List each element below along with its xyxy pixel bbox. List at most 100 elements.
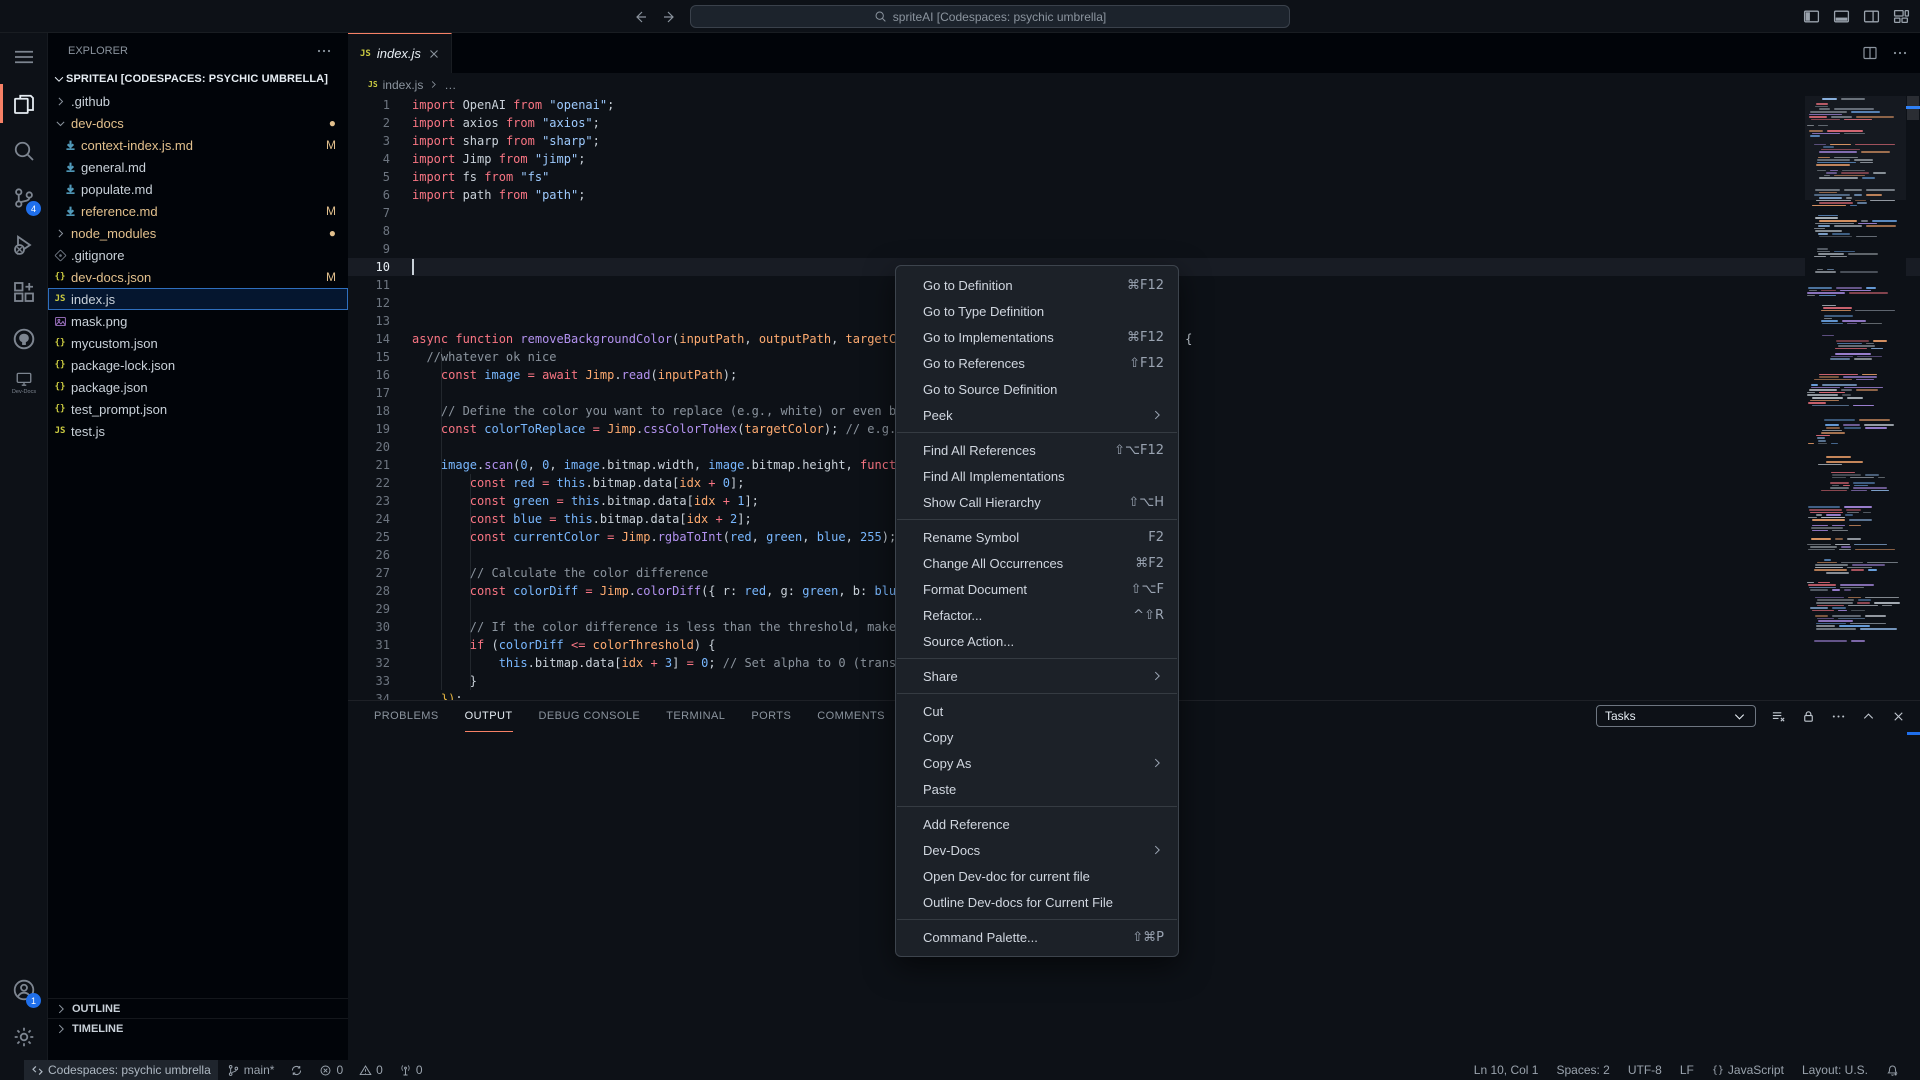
tree-item-mycustom.json[interactable]: {} mycustom.json (48, 332, 348, 354)
tree-item-dev-docs[interactable]: dev-docs ● (48, 112, 348, 134)
activitybar-item-settings[interactable] (0, 1013, 48, 1060)
activitybar-item-extensions[interactable] (0, 268, 48, 315)
code-line-8[interactable]: 8 (348, 222, 1920, 240)
menu-item-go-to-references[interactable]: Go to References ⇧F12 (896, 350, 1178, 376)
tree-item-general.md[interactable]: general.md (48, 156, 348, 178)
code-line-4[interactable]: 4 import Jimp from "jimp"; (348, 150, 1920, 168)
sidebar-section-timeline[interactable]: TIMELINE (48, 1018, 348, 1038)
output-channel-select[interactable]: Tasks (1596, 705, 1756, 727)
menu-item-add-reference[interactable]: Add Reference (896, 811, 1178, 837)
arrow-right-icon[interactable] (662, 9, 678, 25)
minimap[interactable] (1805, 96, 1906, 700)
panel-tab-debug-console[interactable]: DEBUG CONSOLE (539, 701, 641, 732)
activitybar-item-search[interactable] (0, 127, 48, 174)
sidebar-section-outline[interactable]: OUTLINE (48, 998, 348, 1018)
menu-item-go-to-definition[interactable]: Go to Definition ⌘F12 (896, 272, 1178, 298)
panel-bottom-icon[interactable] (1833, 8, 1850, 25)
status-encoding[interactable]: UTF-8 (1621, 1060, 1669, 1080)
status-keyboard-layout[interactable]: Layout: U.S. (1795, 1060, 1875, 1080)
code-line-7[interactable]: 7 (348, 204, 1920, 222)
panel-left-icon[interactable] (1803, 8, 1820, 25)
tree-item-.github[interactable]: .github (48, 90, 348, 112)
close-tab-icon[interactable] (427, 47, 441, 61)
menu-item-go-to-implementations[interactable]: Go to Implementations ⌘F12 (896, 324, 1178, 350)
status-warnings[interactable]: 0 (352, 1060, 390, 1080)
split-editor-icon[interactable] (1862, 45, 1878, 61)
command-center-search[interactable]: spriteAI [Codespaces: psychic umbrella] (690, 5, 1290, 28)
status-errors[interactable]: 0 (312, 1060, 350, 1080)
menu-item-share[interactable]: Share (896, 663, 1178, 689)
tree-item-.gitignore[interactable]: .gitignore (48, 244, 348, 266)
menu-item-find-all-references[interactable]: Find All References ⇧⌥F12 (896, 437, 1178, 463)
tree-item-context-index.js.md[interactable]: context-index.js.md M (48, 134, 348, 156)
close-panel-icon[interactable] (1891, 709, 1906, 724)
menu-item-find-all-implementations[interactable]: Find All Implementations (896, 463, 1178, 489)
breadcrumb-more[interactable]: … (444, 78, 456, 92)
activitybar-item-source-control[interactable]: 4 (0, 174, 48, 221)
workspace-section-header[interactable]: SPRITEAI [CODESPACES: PSYCHIC UMBRELLA] (48, 68, 348, 90)
tree-item-package.json[interactable]: {} package.json (48, 376, 348, 398)
menu-item-format-document[interactable]: Format Document ⇧⌥F (896, 576, 1178, 602)
menu-item-open-dev-doc-for-current-file[interactable]: Open Dev-doc for current file (896, 863, 1178, 889)
panel-tab-problems[interactable]: PROBLEMS (374, 701, 439, 732)
status-eol[interactable]: LF (1673, 1060, 1701, 1080)
tree-item-package-lock.json[interactable]: {} package-lock.json (48, 354, 348, 376)
tree-item-index.js[interactable]: JS index.js (48, 288, 348, 310)
menu-item-change-all-occurrences[interactable]: Change All Occurrences ⌘F2 (896, 550, 1178, 576)
status-language-mode[interactable]: {} JavaScript (1705, 1060, 1791, 1080)
status-notifications[interactable] (1879, 1060, 1906, 1080)
tree-item-test_prompt.json[interactable]: {} test_prompt.json (48, 398, 348, 420)
activitybar-item-github[interactable] (0, 315, 48, 362)
status-git-branch[interactable]: main* (220, 1060, 282, 1080)
status-forwarded-ports[interactable]: 0 (392, 1060, 430, 1080)
code-line-9[interactable]: 9 (348, 240, 1920, 258)
tab-index-js[interactable]: JS index.js (348, 33, 452, 73)
panel-tab-ports[interactable]: PORTS (751, 701, 791, 732)
lock-scroll-icon[interactable] (1801, 709, 1816, 724)
tree-item-reference.md[interactable]: reference.md M (48, 200, 348, 222)
clear-output-icon[interactable] (1771, 709, 1786, 724)
activitybar-item-accounts[interactable]: 1 (0, 966, 48, 1013)
breadcrumb-file[interactable]: index.js (383, 78, 424, 92)
activitybar-item-menu[interactable] (0, 33, 48, 80)
code-line-2[interactable]: 2 import axios from "axios"; (348, 114, 1920, 132)
panel-tab-comments[interactable]: COMMENTS (817, 701, 885, 732)
menu-item-copy-as[interactable]: Copy As (896, 750, 1178, 776)
layout-icon[interactable] (1893, 8, 1910, 25)
editor-scrollbar[interactable] (1906, 96, 1920, 700)
menu-item-refactor[interactable]: Refactor... ^⇧R (896, 602, 1178, 628)
menu-item-dev-docs[interactable]: Dev-Docs (896, 837, 1178, 863)
code-line-6[interactable]: 6 import path from "path"; (348, 186, 1920, 204)
panel-tab-terminal[interactable]: TERMINAL (666, 701, 725, 732)
more-actions-icon[interactable] (316, 43, 332, 59)
tree-item-node_modules[interactable]: node_modules ● (48, 222, 348, 244)
menu-item-copy[interactable]: Copy (896, 724, 1178, 750)
activitybar-item-explorer[interactable] (0, 80, 48, 127)
maximize-panel-icon[interactable] (1861, 709, 1876, 724)
menu-item-cut[interactable]: Cut (896, 698, 1178, 724)
activitybar-item-dev-docs[interactable]: Dev-Docs (0, 362, 48, 402)
more-actions-icon[interactable] (1831, 709, 1846, 724)
panel-tab-output[interactable]: OUTPUT (464, 701, 513, 732)
tree-item-dev-docs.json[interactable]: {} dev-docs.json M (48, 266, 348, 288)
code-line-1[interactable]: 1 import OpenAI from "openai"; (348, 96, 1920, 114)
activitybar-item-run-debug[interactable] (0, 221, 48, 268)
menu-item-outline-dev-docs-for-current-file[interactable]: Outline Dev-docs for Current File (896, 889, 1178, 915)
menu-item-command-palette[interactable]: Command Palette... ⇧⌘P (896, 924, 1178, 950)
menu-item-peek[interactable]: Peek (896, 402, 1178, 428)
more-actions-icon[interactable] (1892, 45, 1908, 61)
status-sync[interactable] (283, 1060, 310, 1080)
code-line-3[interactable]: 3 import sharp from "sharp"; (348, 132, 1920, 150)
menu-item-paste[interactable]: Paste (896, 776, 1178, 802)
status-cursor-position[interactable]: Ln 10, Col 1 (1467, 1060, 1546, 1080)
menu-item-rename-symbol[interactable]: Rename Symbol F2 (896, 524, 1178, 550)
tree-item-mask.png[interactable]: mask.png (48, 310, 348, 332)
tree-item-test.js[interactable]: JS test.js (48, 420, 348, 442)
menu-item-show-call-hierarchy[interactable]: Show Call Hierarchy ⇧⌥H (896, 489, 1178, 515)
status-remote-indicator[interactable]: Codespaces: psychic umbrella (24, 1060, 218, 1080)
tree-item-populate.md[interactable]: populate.md (48, 178, 348, 200)
menu-item-source-action[interactable]: Source Action... (896, 628, 1178, 654)
code-line-5[interactable]: 5 import fs from "fs" (348, 168, 1920, 186)
menu-item-go-to-source-definition[interactable]: Go to Source Definition (896, 376, 1178, 402)
status-indentation[interactable]: Spaces: 2 (1549, 1060, 1616, 1080)
